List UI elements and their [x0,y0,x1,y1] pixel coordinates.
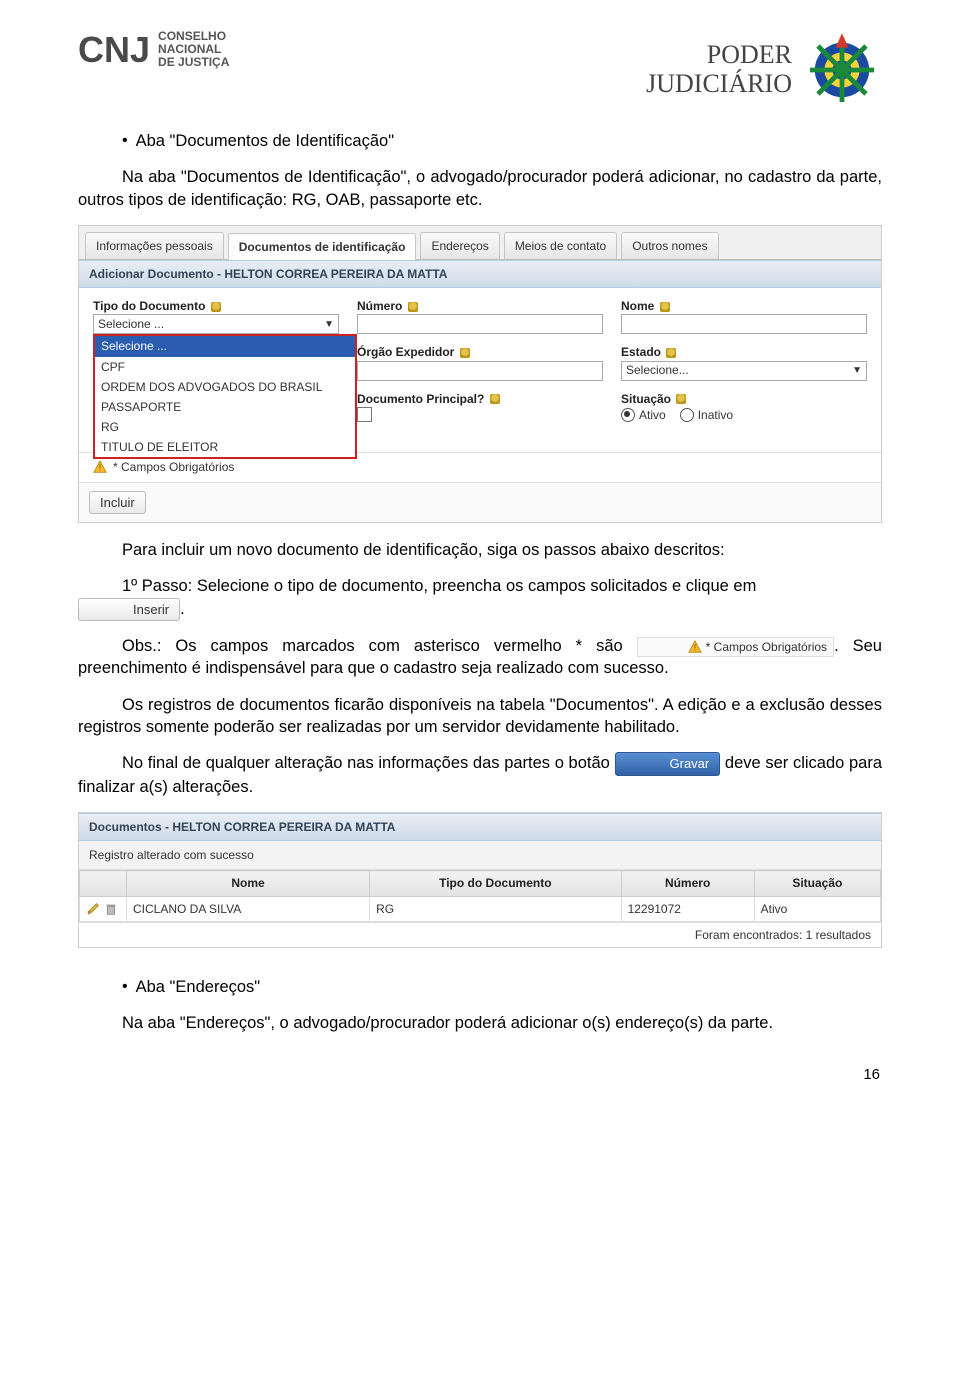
incluir-button[interactable]: Incluir [89,491,146,515]
dd-option-passaporte[interactable]: PASSAPORTE [95,397,355,417]
success-message: Registro alterado com sucesso [79,841,881,870]
paragraph-1: Na aba "Documentos de Identificação", o … [78,166,882,211]
chevron-down-icon: ▼ [852,364,862,378]
section-title-adicionar-documento: Adicionar Documento - HELTON CORREA PERE… [79,260,881,288]
bullet2-title: Aba "Endereços" [136,976,261,998]
situacao-ativo-label: Ativo [639,407,666,423]
label-orgao-expedidor: Órgão Expedidor [357,344,603,360]
tipo-documento-selected: Selecione ... [98,316,164,332]
situacao-inativo-radio[interactable] [680,408,694,422]
tab-meios-contato[interactable]: Meios de contato [504,232,617,259]
screenshot-form-documentos: Informações pessoais Documentos de ident… [78,225,882,523]
section-title-documentos: Documentos - HELTON CORREA PEREIRA DA MA… [79,813,881,841]
warning-icon: ! [93,460,107,474]
cnj-logo: CNJ CONSELHO NACIONAL DE JUSTIÇA [78,30,229,70]
dd-option-cpf[interactable]: CPF [95,357,355,377]
dd-option-titulo-eleitor[interactable]: TITULO DE ELEITOR [95,437,355,457]
tipo-documento-dropdown-open: Selecione ... CPF ORDEM DOS ADVOGADOS DO… [93,334,357,459]
nome-input[interactable] [621,314,867,334]
cnj-sub-3: DE JUSTIÇA [158,56,229,69]
table-row: CICLANO DA SILVA RG 12291072 Ativo [80,896,881,921]
bullet1-title: Aba "Documentos de Identificação" [136,130,394,152]
gravar-button-inline[interactable]: Gravar [615,752,721,776]
lock-icon [460,348,470,358]
situacao-ativo-radio[interactable] [621,408,635,422]
campos-obrigatorios-text: * Campos Obrigatórios [113,459,234,475]
cell-tipo: RG [370,896,621,921]
estado-select[interactable]: Selecione... ▼ [621,361,867,381]
label-numero: Número [357,298,603,314]
lock-icon [211,302,221,312]
dd-option-oab[interactable]: ORDEM DOS ADVOGADOS DO BRASIL [95,377,355,397]
tipo-documento-select[interactable]: Selecione ... ▼ [93,314,339,334]
tab-bar: Informações pessoais Documentos de ident… [79,226,881,260]
bullet-dot-icon: • [122,976,128,998]
orgao-expedidor-input[interactable] [357,361,603,381]
poder-line1: PODER [646,41,792,70]
tab-outros-nomes[interactable]: Outros nomes [621,232,718,259]
lock-icon [660,302,670,312]
estado-placeholder: Selecione... [626,362,689,378]
label-nome: Nome [621,298,867,314]
cell-numero: 12291072 [621,896,754,921]
documentos-table: Nome Tipo do Documento Número Situação [79,870,881,921]
lock-icon [666,348,676,358]
lock-icon [676,394,686,404]
documento-principal-checkbox[interactable] [357,407,372,422]
campos-obrigatorios-chip: ! * Campos Obrigatórios [637,637,834,657]
bullet-aba-documentos: • Aba "Documentos de Identificação" [122,130,882,152]
screenshot-tabela-documentos: Documentos - HELTON CORREA PEREIRA DA MA… [78,812,882,948]
col-numero: Número [621,871,754,896]
dd-option-selecione[interactable]: Selecione ... [95,336,355,356]
chevron-down-icon: ▼ [324,318,334,332]
paragraph-2b: 1º Passo: Selecione o tipo de documento,… [78,575,882,621]
paragraph-5-pre: No final de qualquer alteração nas infor… [122,754,615,772]
dd-option-rg[interactable]: RG [95,417,355,437]
paragraph-6: Na aba "Endereços", o advogado/procurado… [78,1012,882,1034]
paragraph-2a: Para incluir um novo documento de identi… [78,539,882,561]
paragraph-2b-post: . [180,600,185,618]
situacao-inativo-label: Inativo [698,407,733,423]
cnj-letters: CNJ [78,32,150,68]
label-estado: Estado [621,344,867,360]
label-tipo-documento: Tipo do Documento [93,298,339,314]
numero-input[interactable] [357,314,603,334]
bullet-dot-icon: • [122,130,128,152]
poder-line2: JUDICIÁRIO [646,70,792,99]
cell-situacao: Ativo [754,896,880,921]
bullet-aba-enderecos: • Aba "Endereços" [122,976,882,998]
label-situacao: Situação [621,391,867,407]
paragraph-3-pre: Obs.: Os campos marcados com asterisco v… [122,637,623,655]
table-footer-count: Foram encontrados: 1 resultados [79,922,881,947]
page-header: CNJ CONSELHO NACIONAL DE JUSTIÇA PODER J… [78,30,882,110]
campos-obrigatorios-chip-text: * Campos Obrigatórios [662,639,827,655]
tab-documentos-identificacao[interactable]: Documentos de identificação [228,233,417,260]
cell-nome: CICLANO DA SILVA [127,896,370,921]
lock-icon [408,302,418,312]
poder-judiciario-label: PODER JUDICIÁRIO [646,41,792,98]
paragraph-2b-pre: 1º Passo: Selecione o tipo de documento,… [122,577,756,595]
svg-text:!: ! [99,463,101,473]
col-tipo: Tipo do Documento [370,871,621,896]
page-number: 16 [78,1065,882,1085]
inserir-button-inline[interactable]: Inserir [78,598,180,622]
label-documento-principal: Documento Principal? [357,391,603,407]
tab-informacoes-pessoais[interactable]: Informações pessoais [85,232,224,259]
edit-icon[interactable] [86,902,100,916]
lock-icon [490,394,500,404]
col-situacao: Situação [754,871,880,896]
paragraph-4: Os registros de documentos ficarão dispo… [78,694,882,739]
paragraph-3: Obs.: Os campos marcados com asterisco v… [78,635,882,680]
warning-icon: ! [644,640,658,654]
col-nome: Nome [127,871,370,896]
brazil-crest-icon [802,30,882,110]
tab-enderecos[interactable]: Endereços [420,232,499,259]
delete-icon[interactable] [104,902,118,916]
paragraph-5: No final de qualquer alteração nas infor… [78,752,882,798]
